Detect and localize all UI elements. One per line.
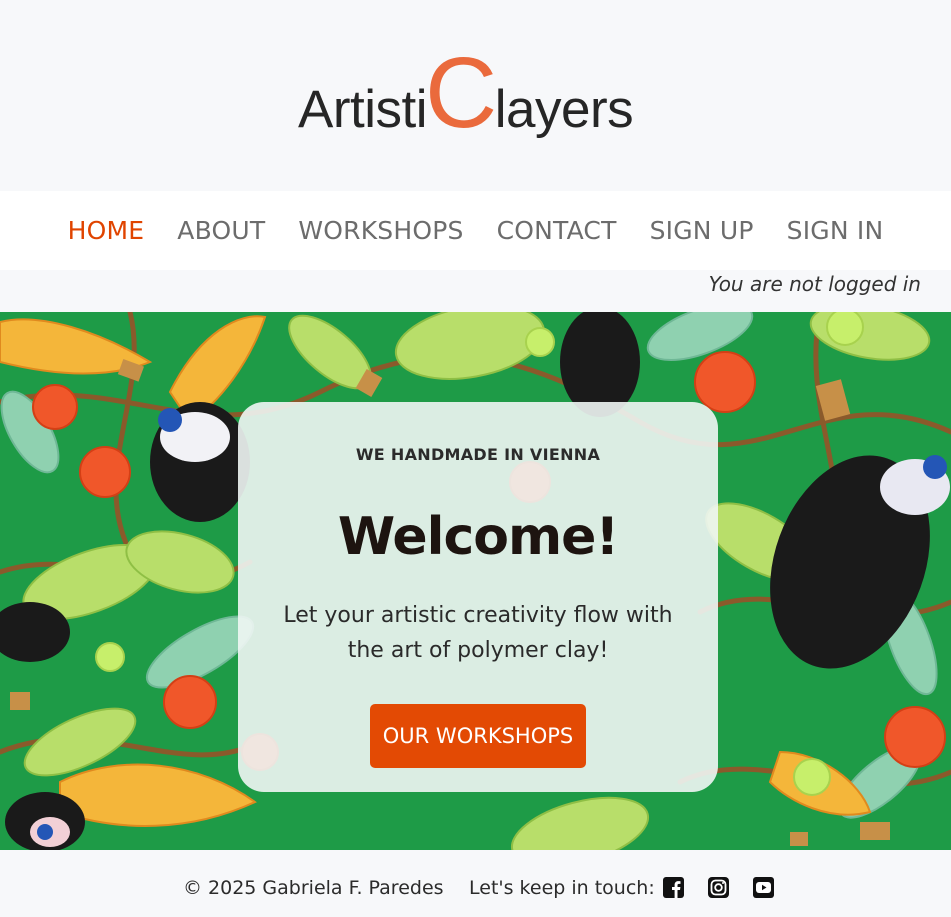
hero-section: WE HANDMADE IN VIENNA Welcome! Let your …	[0, 312, 951, 850]
instagram-icon[interactable]	[708, 877, 729, 898]
nav-item-workshops[interactable]: WORKSHOPS	[282, 216, 480, 245]
main-nav: HOME ABOUT WORKSHOPS CONTACT SIGN UP SIG…	[0, 191, 951, 270]
logo-text-c: C	[425, 37, 497, 149]
nav-item-home[interactable]: HOME	[51, 216, 161, 245]
nav-item-about[interactable]: ABOUT	[161, 216, 282, 245]
logo-text-end: layers	[494, 80, 634, 139]
our-workshops-button[interactable]: OUR WORKSHOPS	[370, 704, 586, 768]
nav-item-sign-up[interactable]: SIGN UP	[633, 216, 770, 245]
welcome-card: WE HANDMADE IN VIENNA Welcome! Let your …	[238, 402, 718, 792]
nav-item-contact[interactable]: CONTACT	[480, 216, 633, 245]
hero-subtitle-line-1: Let your artistic creativity flow with	[283, 603, 673, 628]
hero-subtitle: Let your artistic creativity flow with t…	[278, 598, 678, 668]
facebook-icon[interactable]	[663, 877, 684, 898]
site-header: Artisti C layers	[0, 0, 951, 191]
hero-title: Welcome!	[337, 507, 619, 567]
copyright-text: © 2025 Gabriela F. Paredes	[183, 877, 444, 899]
hero-subtitle-line-2: the art of polymer clay!	[347, 638, 609, 663]
youtube-icon[interactable]	[753, 877, 774, 898]
logo-text-start: Artisti	[298, 80, 428, 139]
site-logo[interactable]: Artisti C layers	[298, 37, 634, 149]
hero-tagline: WE HANDMADE IN VIENNA	[355, 445, 601, 464]
login-status: You are not logged in	[708, 272, 921, 296]
site-footer: © 2025 Gabriela F. Paredes Let's keep in…	[0, 850, 951, 917]
nav-item-sign-in[interactable]: SIGN IN	[770, 216, 900, 245]
keep-in-touch-label: Let's keep in touch:	[469, 877, 655, 899]
